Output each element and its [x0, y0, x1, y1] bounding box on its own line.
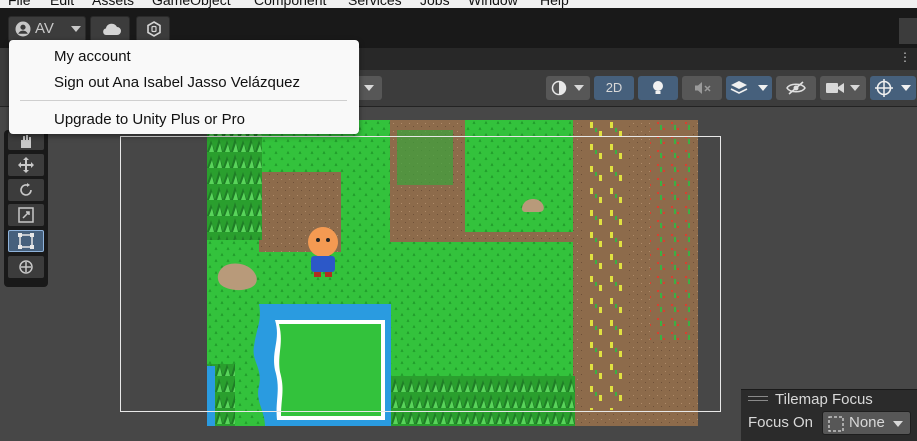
chevron-down-icon — [364, 85, 374, 91]
dashed-square-icon — [828, 416, 844, 432]
menu-window[interactable]: Window — [468, 0, 518, 8]
tilemap-focus-title: Tilemap Focus — [775, 391, 873, 408]
account-dropdown-menu: My account Sign out Ana Isabel Jasso Vel… — [9, 40, 359, 134]
account-button[interactable]: AV — [8, 16, 86, 42]
focus-on-label: Focus On — [748, 414, 814, 431]
move-icon — [18, 157, 34, 173]
scale-icon — [18, 207, 34, 223]
hand-icon — [21, 135, 31, 148]
rect-tool[interactable] — [8, 230, 44, 252]
focus-on-value: None — [849, 414, 885, 431]
tilemap-graphic — [207, 120, 698, 426]
camera-settings-button[interactable] — [820, 76, 866, 100]
chevron-down-icon — [893, 421, 903, 427]
cloud-button[interactable] — [90, 16, 130, 42]
transform-icon — [19, 260, 33, 274]
scale-tool[interactable] — [8, 204, 44, 226]
lightbulb-icon — [653, 81, 663, 94]
menu-file[interactable]: File — [8, 0, 31, 8]
menu-jobs[interactable]: Jobs — [420, 0, 450, 8]
rotate-icon — [20, 183, 32, 196]
audio-toggle-button[interactable] — [682, 76, 722, 100]
dropdown-button[interactable] — [356, 76, 382, 100]
menu-assets[interactable]: Assets — [92, 0, 134, 8]
hexagon-icon — [147, 21, 161, 37]
chevron-down-icon — [574, 85, 584, 91]
hand-tool[interactable] — [8, 132, 44, 150]
transform-tool[interactable] — [8, 256, 44, 278]
collab-button[interactable] — [136, 16, 170, 42]
scene-visibility-button[interactable] — [776, 76, 816, 100]
chevron-down-icon — [850, 85, 860, 91]
account-initials: AV — [35, 20, 54, 37]
focus-on-dropdown[interactable]: None — [822, 411, 911, 435]
tilemap-focus-overlay: Tilemap Focus Focus On None — [741, 389, 917, 441]
scene-tools-overlay — [4, 130, 48, 287]
player-character — [308, 227, 338, 277]
move-tool[interactable] — [8, 154, 44, 176]
sphere-icon — [551, 80, 567, 96]
menu-component[interactable]: Component — [254, 0, 326, 8]
mute-icon — [695, 82, 711, 94]
menu-item-my-account[interactable]: My account — [54, 48, 131, 65]
2d-toggle-button[interactable]: 2D — [594, 76, 634, 100]
rect-transform-icon — [18, 233, 34, 249]
lighting-toggle-button[interactable] — [638, 76, 678, 100]
drag-handle-icon[interactable] — [748, 396, 768, 404]
menu-separator — [20, 100, 347, 101]
chevron-down-icon — [901, 85, 911, 91]
camera-icon — [826, 83, 844, 93]
chevron-down-icon — [71, 26, 81, 32]
gizmo-icon — [875, 79, 893, 97]
rotate-tool[interactable] — [8, 179, 44, 201]
user-icon — [15, 21, 31, 37]
more-options-icon[interactable]: ⋮ — [899, 50, 911, 66]
cloud-icon — [103, 23, 121, 35]
menu-item-upgrade[interactable]: Upgrade to Unity Plus or Pro — [54, 111, 245, 128]
menu-edit[interactable]: Edit — [50, 0, 74, 8]
gizmos-button[interactable] — [870, 76, 916, 100]
effects-button[interactable] — [726, 76, 772, 100]
menu-services[interactable]: Services — [348, 0, 402, 8]
shading-mode-button[interactable] — [546, 76, 590, 100]
eye-slash-icon — [786, 81, 806, 95]
menu-help[interactable]: Help — [540, 0, 569, 8]
menu-item-sign-out[interactable]: Sign out Ana Isabel Jasso Velázquez — [54, 74, 300, 91]
chevron-down-icon — [758, 85, 768, 91]
menu-bar: File Edit Assets GameObject Component Se… — [0, 0, 917, 8]
toolbar-right-control[interactable] — [899, 18, 917, 44]
tilemap-scene[interactable] — [207, 120, 698, 426]
menu-gameobject[interactable]: GameObject — [152, 0, 231, 8]
layers-icon — [730, 81, 748, 94]
